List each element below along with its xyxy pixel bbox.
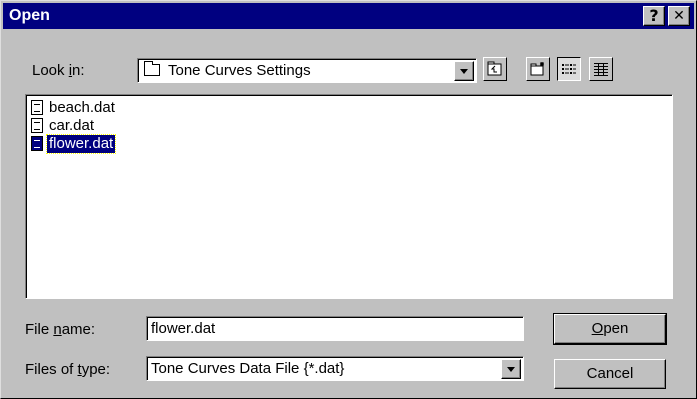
details-view-icon xyxy=(594,63,608,76)
dialog-title: Open xyxy=(9,7,50,24)
file-type-dropdown[interactable]: Tone Curves Data File {*.dat} xyxy=(146,356,524,381)
up-one-level-icon xyxy=(487,61,502,76)
file-type-value: Tone Curves Data File {*.dat} xyxy=(151,360,345,377)
up-one-level-button[interactable] xyxy=(483,57,507,81)
list-view-button[interactable] xyxy=(557,57,581,81)
file-list[interactable]: beach.dat car.dat flower.dat xyxy=(25,94,673,299)
file-icon xyxy=(31,100,43,115)
look-in-dropdown[interactable]: Tone Curves Settings xyxy=(137,58,477,83)
look-in-label: Look in: xyxy=(32,62,85,79)
file-name-label: File name: xyxy=(25,321,96,338)
help-button[interactable]: ? xyxy=(643,6,665,26)
file-type-dropdown-arrow[interactable] xyxy=(501,359,521,379)
open-dialog: Open ? ✕ Look in: Tone Curves Settings b… xyxy=(0,0,697,399)
file-name: car.dat xyxy=(49,117,95,134)
list-view-icon xyxy=(562,64,576,74)
file-name: beach.dat xyxy=(49,99,115,116)
file-icon xyxy=(31,136,43,151)
create-new-folder-icon xyxy=(530,62,544,76)
file-type-label: Files of type: xyxy=(25,361,111,378)
close-button[interactable]: ✕ xyxy=(668,6,690,26)
file-name: flower.dat xyxy=(45,134,117,154)
title-bar[interactable]: Open ? ✕ xyxy=(3,3,694,29)
file-name-value: flower.dat xyxy=(151,320,216,337)
folder-icon xyxy=(144,61,160,76)
look-in-dropdown-arrow[interactable] xyxy=(454,61,474,81)
look-in-value: Tone Curves Settings xyxy=(168,62,311,79)
open-button[interactable]: Open xyxy=(553,313,667,345)
file-name-input[interactable]: flower.dat xyxy=(146,316,524,341)
create-new-folder-button[interactable] xyxy=(526,57,550,81)
file-icon xyxy=(31,118,43,133)
cancel-button[interactable]: Cancel xyxy=(554,359,666,389)
details-view-button[interactable] xyxy=(589,57,613,81)
